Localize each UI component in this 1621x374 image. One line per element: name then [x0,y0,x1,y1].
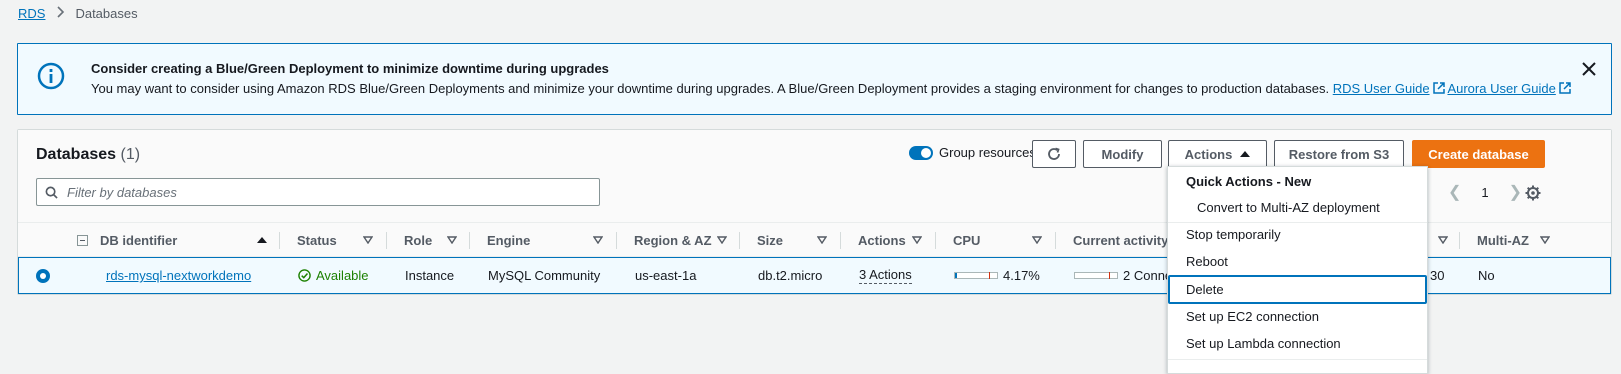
sort-icon [1540,236,1550,244]
col-cpu[interactable]: CPU [953,223,980,258]
column-divider [840,232,841,249]
menu-item-reboot[interactable]: Reboot [1168,248,1427,275]
check-circle-icon [298,269,311,282]
create-database-button[interactable]: Create database [1412,140,1545,168]
collapse-all-icon[interactable] [77,235,88,246]
col-status[interactable]: Status [297,223,337,258]
aurora-user-guide-link[interactable]: Aurora User Guide [1447,81,1571,96]
hidden-column-partial: 30 [1430,268,1445,283]
info-icon [37,62,65,90]
connections-threshold-mark [1109,272,1110,279]
connections-meter [1074,272,1118,279]
column-divider [279,232,280,249]
sort-ascending-icon [257,237,267,243]
chevron-right-icon [55,6,65,21]
flash-body-text: You may want to consider using Amazon RD… [91,81,1330,96]
sort-icon [447,236,457,244]
refresh-icon [1048,147,1060,160]
cpu-meter-fill [955,273,957,278]
column-divider [616,232,617,249]
col-engine[interactable]: Engine [487,223,530,258]
sort-icon [717,236,727,244]
quick-actions-group-label: Quick Actions - New [1186,174,1312,189]
column-divider [1055,232,1056,249]
column-divider [739,232,740,249]
col-role[interactable]: Role [404,223,432,258]
close-icon[interactable] [1581,61,1597,77]
sort-icon [593,236,603,244]
role-cell: Instance [405,268,455,283]
flash-body: You may want to consider using Amazon RD… [91,81,1571,96]
external-link-icon [1432,82,1445,94]
sort-icon [1438,236,1448,244]
column-divider [935,232,936,249]
filter-databases-input[interactable] [65,183,585,201]
col-db-identifier[interactable]: DB identifier [77,223,177,258]
column-divider [1459,232,1460,249]
flash-title: Consider creating a Blue/Green Deploymen… [91,61,609,76]
menu-item-setup-lambda-connection[interactable]: Set up Lambda connection [1168,330,1427,357]
multi-az-cell: No [1478,268,1495,283]
cpu-threshold-mark [989,272,990,279]
menu-item-setup-ec2-connection[interactable]: Set up EC2 connection [1168,303,1427,330]
page-title: Databases (1) [36,146,141,163]
restore-from-s3-button[interactable]: Restore from S3 [1274,140,1404,168]
menu-item-delete[interactable]: Delete [1168,275,1427,304]
refresh-button[interactable] [1032,140,1076,168]
row-select-radio[interactable] [36,269,50,283]
external-link-icon [1559,82,1571,94]
sort-icon [363,236,373,244]
cpu-meter [954,272,998,279]
next-page-icon[interactable]: ❯ [1509,182,1522,202]
sort-icon [912,236,922,244]
breadcrumb-current: Databases [75,6,138,21]
filter-databases-field [36,178,600,206]
gear-icon[interactable] [1525,185,1541,201]
previous-page-icon[interactable]: ❮ [1448,182,1461,202]
status-badge: Available [298,268,369,283]
rds-user-guide-link[interactable]: RDS User Guide [1333,81,1445,96]
column-divider [386,232,387,249]
col-region-az[interactable]: Region & AZ [634,223,712,258]
col-multi-az[interactable]: Multi-AZ [1477,223,1529,258]
region-cell: us-east-1a [635,268,697,283]
pagination: ❮ 1 ❯ [1448,182,1522,202]
database-count: (1) [120,146,141,163]
caret-up-icon [1240,151,1251,157]
group-resources-toggle[interactable] [909,145,933,160]
menu-divider [1168,359,1427,360]
search-icon [45,186,58,199]
col-size[interactable]: Size [757,223,783,258]
size-cell: db.t2.micro [758,268,823,283]
menu-item-convert-multi-az[interactable]: Convert to Multi-AZ deployment [1168,194,1427,221]
actions-button[interactable]: Actions [1168,140,1267,168]
cpu-value: 4.17% [1003,268,1040,283]
actions-dropdown-menu: Quick Actions - New Convert to Multi-AZ … [1167,166,1428,374]
col-actions[interactable]: Actions [858,223,906,258]
breadcrumb-rds-link[interactable]: RDS [18,6,45,21]
breadcrumb: RDS Databases [18,6,138,21]
row-actions-popover[interactable]: 3 Actions [859,267,912,284]
modify-button[interactable]: Modify [1083,140,1162,168]
engine-cell: MySQL Community [488,268,601,283]
menu-item-stop-temporarily[interactable]: Stop temporarily [1168,221,1427,248]
col-current-activity[interactable]: Current activity [1073,223,1168,258]
info-flashbar: Consider creating a Blue/Green Deploymen… [17,43,1612,115]
sort-icon [817,236,827,244]
current-page[interactable]: 1 [1481,185,1488,200]
db-identifier-link[interactable]: rds-mysql-nextworkdemo [106,268,251,283]
column-divider [469,232,470,249]
group-resources-toggle-wrap: Group resources [909,145,1036,160]
group-resources-label: Group resources [939,145,1036,160]
sort-icon [1032,236,1042,244]
